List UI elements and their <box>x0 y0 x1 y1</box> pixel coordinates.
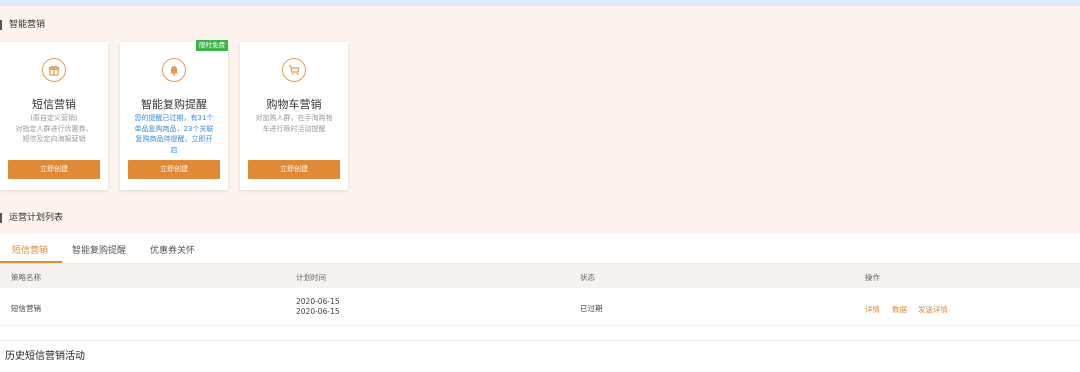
card-title: 购物车营销 <box>266 98 322 111</box>
section-title-smart-marketing: 智能营销 <box>0 19 45 31</box>
tab-smart-repurchase[interactable]: 智能复购提醒 <box>72 243 126 256</box>
limited-free-badge: 限时免费 <box>196 40 228 51</box>
card-cart-marketing: 购物车营销 对加购人群，在手淘购物 车进行限时活动提醒 立即创建 <box>240 42 348 190</box>
section-title-operation-plans: 运营计划列表 <box>0 212 63 224</box>
card-description: (原自定义营销) 对指定人群进行优惠券、 短信及定向海报营销 <box>15 114 93 143</box>
plan-start-date: 2020-06-15 <box>296 297 340 306</box>
bell-icon <box>162 58 186 82</box>
history-title: 历史短信营销活动 <box>5 351 85 362</box>
card-description[interactable]: 您的提醒已过期，有31个 单品复购商品，23个关联 复购商品待提醒，立即开 启 <box>128 113 220 155</box>
details-link[interactable]: 详情 <box>865 304 880 315</box>
tab-sms-marketing[interactable]: 短信营销 <box>12 243 48 256</box>
top-bar <box>0 0 1080 6</box>
strategy-name: 短信营销 <box>11 304 41 313</box>
create-cart-marketing-button[interactable]: 立即创建 <box>248 160 340 179</box>
send-details-link[interactable]: 发送详情 <box>918 304 948 315</box>
column-header-time: 计划时间 <box>296 273 326 282</box>
tab-coupon-care[interactable]: 优惠券关怀 <box>150 243 195 256</box>
card-sms-marketing: 短信营销 (原自定义营销) 对指定人群进行优惠券、 短信及定向海报营销 立即创建 <box>0 42 108 190</box>
table-header: 策略名称 计划时间 状态 操作 <box>0 264 1080 288</box>
column-header-status: 状态 <box>580 273 595 282</box>
column-header-actions: 操作 <box>865 273 880 282</box>
plan-end-date: 2020-06-15 <box>296 307 340 316</box>
create-sms-marketing-button[interactable]: 立即创建 <box>8 160 100 179</box>
card-smart-repurchase: 限时免费 智能复购提醒 您的提醒已过期，有31个 单品复购商品，23个关联 复购… <box>120 40 228 190</box>
data-link[interactable]: 数据 <box>892 304 907 315</box>
card-description: 对加购人群，在手淘购物 车进行限时活动提醒 <box>255 114 333 133</box>
status-text: 已过期 <box>580 304 603 313</box>
create-smart-repurchase-button[interactable]: 立即创建 <box>128 160 220 179</box>
history-section: 历史短信营销活动 <box>0 340 1080 372</box>
active-tab-indicator <box>0 261 62 263</box>
tab-bar: 短信营销 智能复购提醒 优惠券关怀 <box>0 234 1080 264</box>
card-title: 智能复购提醒 <box>141 98 207 111</box>
plan-list-panel: 短信营销 智能复购提醒 优惠券关怀 策略名称 计划时间 状态 操作 短信营销 2… <box>0 234 1080 372</box>
table-row: 短信营销 2020-06-15 2020-06-15 已过期 详情 数据 发送详… <box>0 288 1080 326</box>
column-header-name: 策略名称 <box>11 273 41 282</box>
card-title: 短信营销 <box>32 98 76 111</box>
gift-icon <box>42 58 66 82</box>
cart-icon <box>282 58 306 82</box>
